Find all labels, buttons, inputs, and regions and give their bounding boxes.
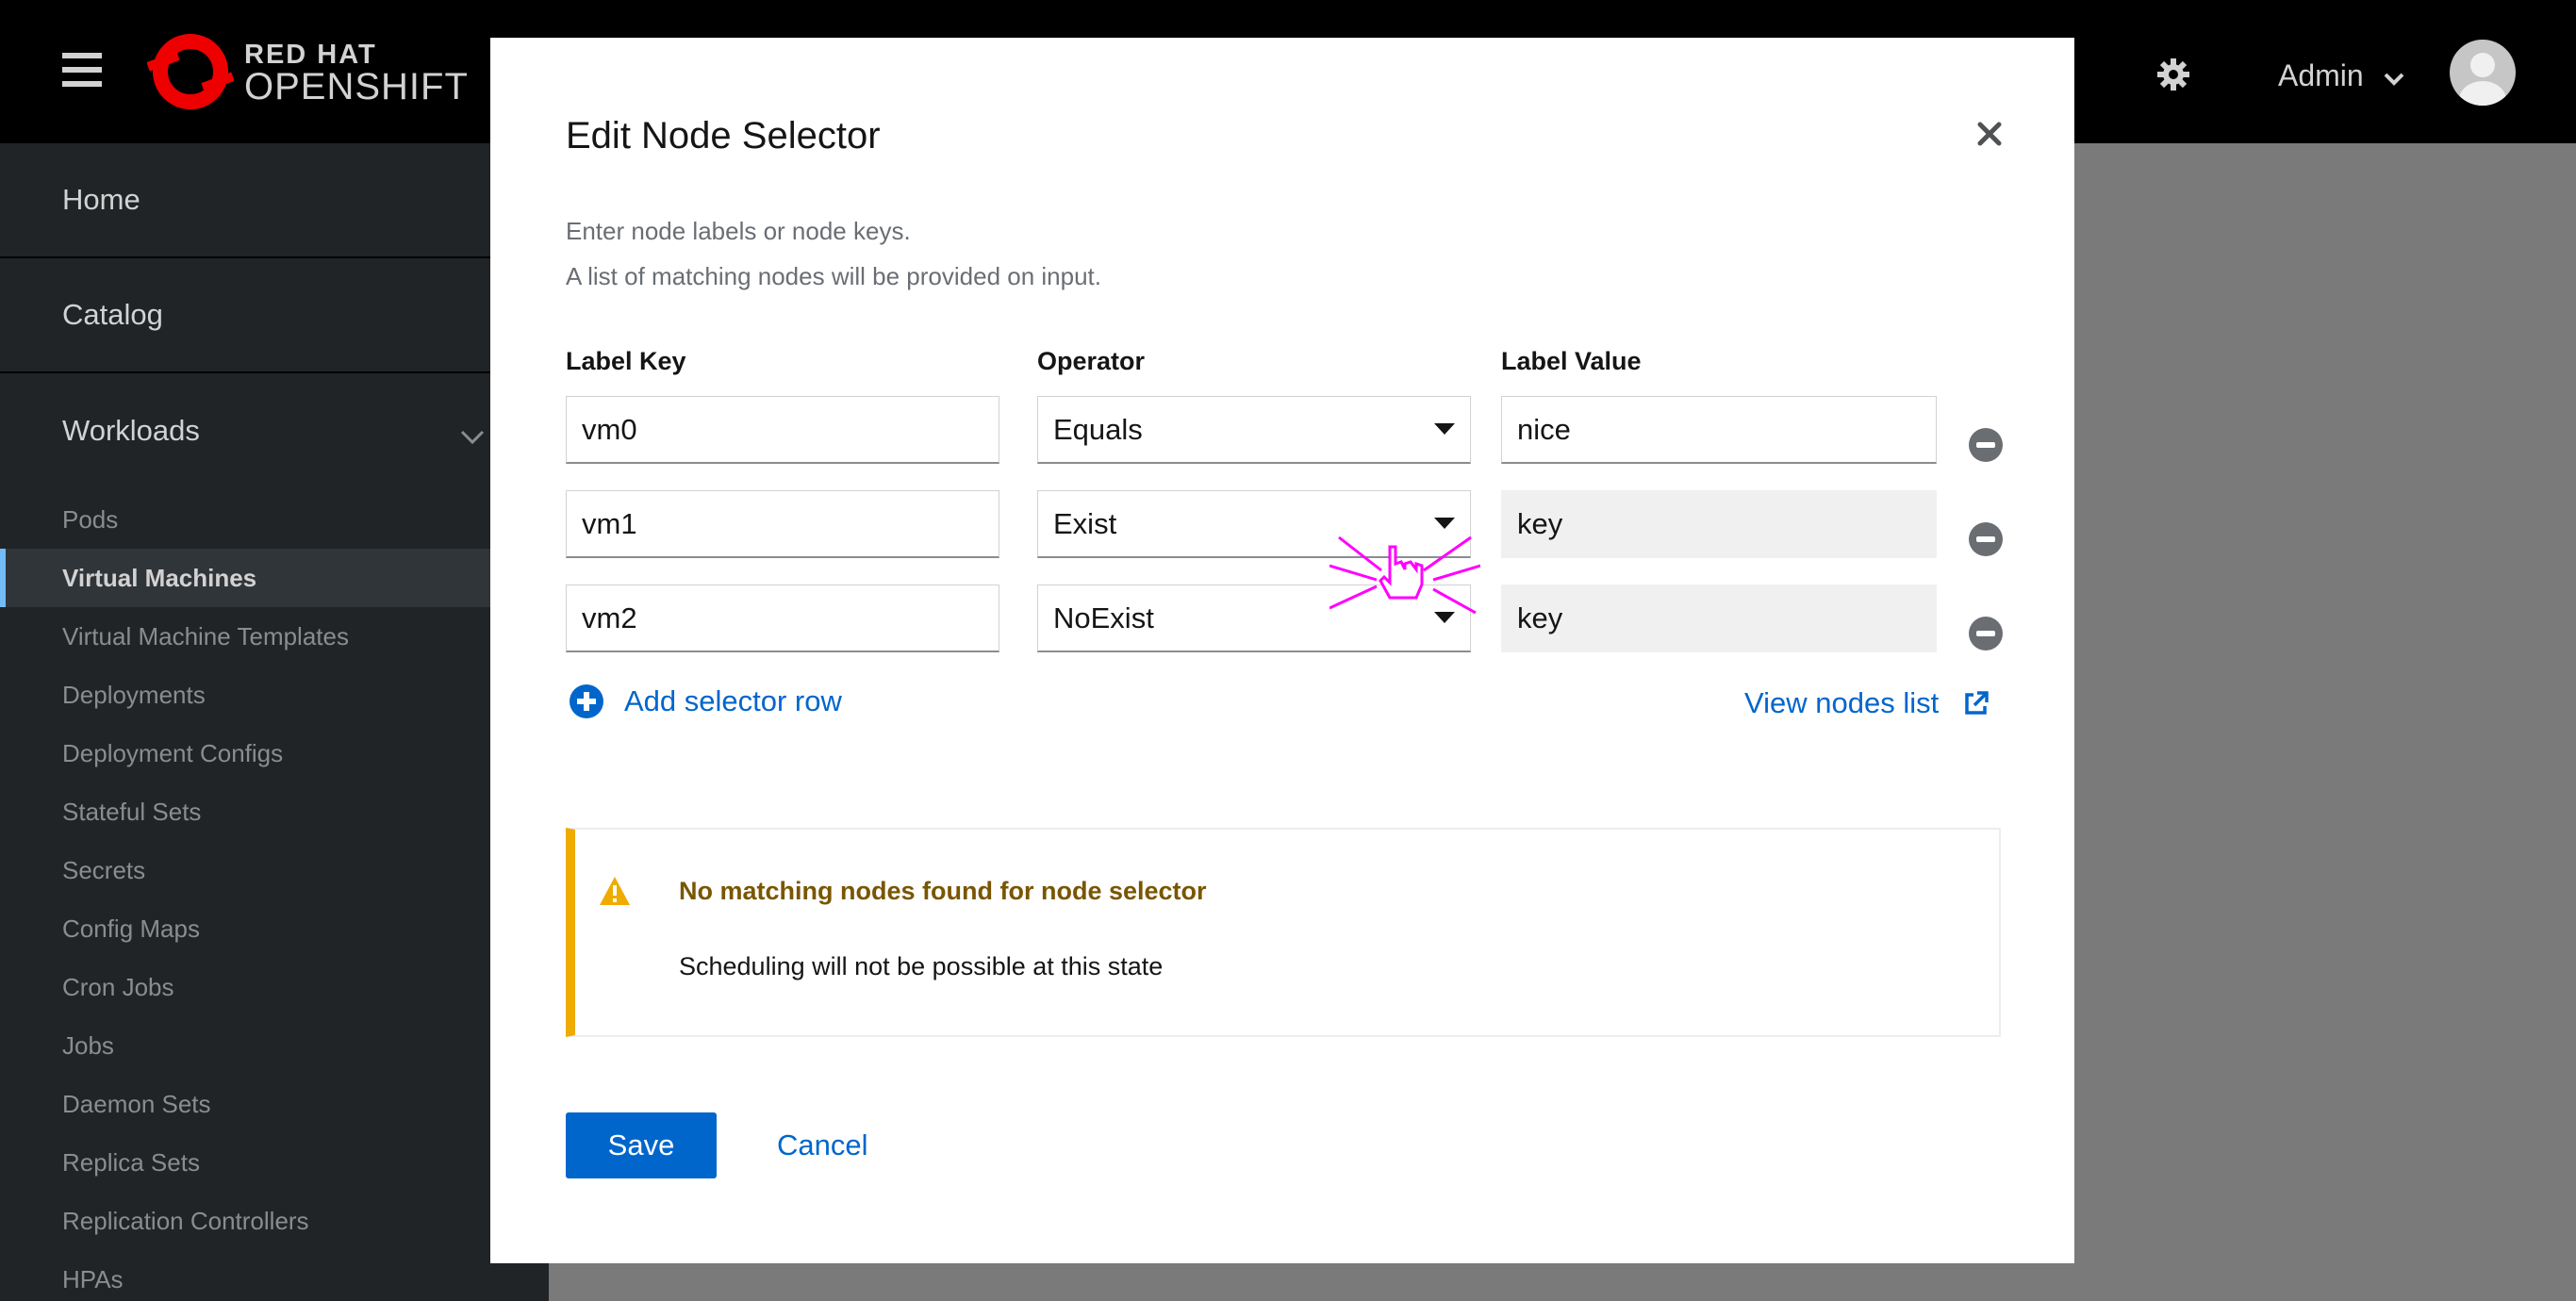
sidebar-item-label: Daemon Sets xyxy=(62,1089,211,1118)
sidebar-item-replica-sets[interactable]: Replica Sets xyxy=(0,1133,549,1192)
column-header-label-key: Label Key xyxy=(566,347,686,375)
label-value-input[interactable]: nice xyxy=(1501,396,1937,464)
operator-value: Exist xyxy=(1053,506,1117,540)
sidebar-item-home[interactable]: Home xyxy=(0,143,549,258)
edit-node-selector-modal: Edit Node Selector Enter node labels or … xyxy=(490,38,2074,1263)
label-value-value: nice xyxy=(1517,412,1571,446)
sidebar-item-deployments[interactable]: Deployments xyxy=(0,666,549,724)
label-value-value: key xyxy=(1517,601,1563,634)
openshift-logo[interactable]: RED HAT OPENSHIFT xyxy=(147,28,468,113)
operator-select[interactable]: NoExist xyxy=(1037,585,1471,652)
sidebar-item-pods[interactable]: Pods xyxy=(0,490,549,549)
save-button[interactable]: Save xyxy=(566,1112,717,1178)
external-link-icon xyxy=(1965,691,1989,715)
sidebar-item-label: Stateful Sets xyxy=(62,797,202,826)
sidebar-item-label: Catalog xyxy=(62,298,163,331)
sidebar-item-label: Deployment Configs xyxy=(62,738,284,767)
operator-value: NoExist xyxy=(1053,601,1154,634)
sidebar-item-daemon-sets[interactable]: Daemon Sets xyxy=(0,1075,549,1133)
label-key-value: vm0 xyxy=(582,412,637,446)
view-nodes-list-label: View nodes list xyxy=(1744,686,1940,719)
sidebar-item-stateful-sets[interactable]: Stateful Sets xyxy=(0,782,549,841)
sidebar-item-label: Virtual Machines xyxy=(62,563,257,592)
sidebar-item-catalog[interactable]: Catalog xyxy=(0,258,549,373)
sidebar-item-secrets[interactable]: Secrets xyxy=(0,841,549,899)
alert-title: No matching nodes found for node selecto… xyxy=(679,877,1207,905)
gear-icon[interactable] xyxy=(2155,57,2191,92)
warning-triangle-icon xyxy=(600,877,630,905)
close-icon[interactable] xyxy=(1971,115,2008,153)
sidebar-item-replication-controllers[interactable]: Replication Controllers xyxy=(0,1192,549,1250)
operator-select[interactable]: Equals xyxy=(1037,396,1471,464)
add-selector-row-label: Add selector row xyxy=(624,684,842,717)
redhat-ring-icon xyxy=(147,34,234,109)
user-menu-label: Admin xyxy=(2278,58,2364,92)
modal-description-line1: Enter node labels or node keys. xyxy=(566,217,911,245)
cancel-button[interactable]: Cancel xyxy=(777,1112,868,1178)
sidebar-item-label: Deployments xyxy=(62,680,206,709)
avatar[interactable] xyxy=(2450,40,2516,106)
caret-down-icon xyxy=(1434,423,1455,435)
remove-row-button[interactable] xyxy=(1969,428,2003,462)
sidebar-item-label: Workloads xyxy=(62,414,200,447)
remove-row-button[interactable] xyxy=(1969,522,2003,556)
caret-down-icon xyxy=(1434,518,1455,529)
sidebar-item-hpas[interactable]: HPAs xyxy=(0,1250,549,1301)
column-header-operator: Operator xyxy=(1037,347,1146,375)
modal-description-line2: A list of matching nodes will be provide… xyxy=(566,262,1102,290)
label-key-input[interactable]: vm1 xyxy=(566,490,999,558)
sidebar-item-deployment-configs[interactable]: Deployment Configs xyxy=(0,724,549,782)
hamburger-icon[interactable] xyxy=(62,53,102,87)
sidebar-item-label: Virtual Machine Templates xyxy=(62,621,349,650)
sidebar: Home Catalog Workloads Pods Virtual Mach… xyxy=(0,143,549,1301)
modal-title: Edit Node Selector xyxy=(566,115,881,156)
sidebar-item-jobs[interactable]: Jobs xyxy=(0,1016,549,1075)
sidebar-item-label: Config Maps xyxy=(62,914,200,943)
label-value-input: key xyxy=(1501,585,1937,652)
label-key-value: vm2 xyxy=(582,601,637,634)
operator-value: Equals xyxy=(1053,412,1143,446)
plus-circle-icon xyxy=(570,684,603,718)
sidebar-item-label: HPAs xyxy=(62,1264,124,1293)
sidebar-item-label: Pods xyxy=(62,504,119,534)
label-key-value: vm1 xyxy=(582,506,637,540)
view-nodes-list-link[interactable]: View nodes list xyxy=(1744,686,1990,720)
sidebar-item-label: Home xyxy=(62,183,140,216)
warning-alert: No matching nodes found for node selecto… xyxy=(566,828,2001,1037)
label-key-input[interactable]: vm0 xyxy=(566,396,999,464)
label-value-value: key xyxy=(1517,506,1563,540)
chevron-down-icon xyxy=(2384,58,2404,93)
sidebar-item-workloads[interactable]: Workloads xyxy=(0,373,549,488)
sidebar-item-config-maps[interactable]: Config Maps xyxy=(0,899,549,958)
add-selector-row-button[interactable]: Add selector row xyxy=(570,684,842,718)
sidebar-item-virtual-machines[interactable]: Virtual Machines xyxy=(0,549,549,607)
sidebar-item-label: Replication Controllers xyxy=(62,1206,309,1235)
label-value-input: key xyxy=(1501,490,1937,558)
logo-text-bottom: OPENSHIFT xyxy=(244,66,469,107)
column-header-label-value: Label Value xyxy=(1501,347,1642,375)
remove-row-button[interactable] xyxy=(1969,617,2003,650)
sidebar-item-label: Replica Sets xyxy=(62,1147,200,1177)
caret-down-icon xyxy=(1434,612,1455,623)
sidebar-item-cron-jobs[interactable]: Cron Jobs xyxy=(0,958,549,1016)
operator-select[interactable]: Exist xyxy=(1037,490,1471,558)
sidebar-item-label: Secrets xyxy=(62,855,146,884)
user-menu[interactable]: Admin xyxy=(2278,58,2404,93)
sidebar-item-label: Cron Jobs xyxy=(62,972,174,1001)
alert-body: Scheduling will not be possible at this … xyxy=(679,952,1164,980)
sidebar-subnav-workloads: Pods Virtual Machines Virtual Machine Te… xyxy=(0,488,549,1301)
chevron-down-icon xyxy=(460,419,485,453)
sidebar-item-virtual-machine-templates[interactable]: Virtual Machine Templates xyxy=(0,607,549,666)
sidebar-item-label: Jobs xyxy=(62,1030,114,1060)
label-key-input[interactable]: vm2 xyxy=(566,585,999,652)
